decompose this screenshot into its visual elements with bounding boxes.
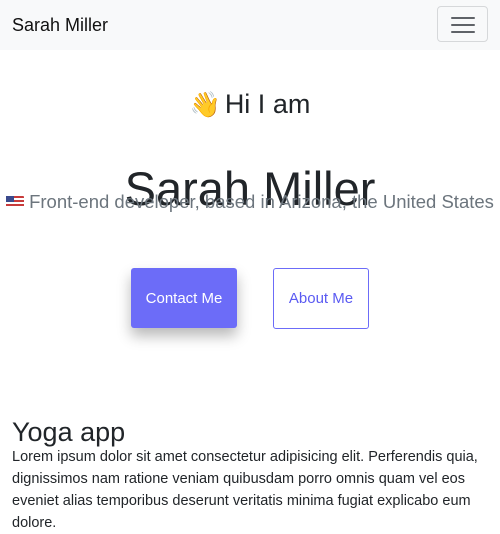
navbar-toggler-button[interactable] <box>437 6 488 42</box>
about-me-button[interactable]: About Me <box>273 268 369 329</box>
greeting-text: Hi I am <box>224 89 311 119</box>
project-description: Lorem ipsum dolor sit amet consectetur a… <box>12 448 478 531</box>
hamburger-icon <box>451 16 475 33</box>
us-flag-icon <box>6 196 25 208</box>
contact-me-button[interactable]: Contact Me <box>131 268 237 328</box>
hero-greeting: 👋 Hi I am <box>0 86 500 123</box>
hero-tagline: Front-end developer, based in Arizona, t… <box>0 188 500 216</box>
navbar: Sarah Miller <box>0 0 500 50</box>
waving-hand-icon: 👋 <box>189 90 221 119</box>
navbar-brand[interactable]: Sarah Miller <box>12 13 108 37</box>
project-title: Yoga app <box>12 417 126 448</box>
tagline-text: Front-end developer, based in Arizona, t… <box>29 191 494 212</box>
